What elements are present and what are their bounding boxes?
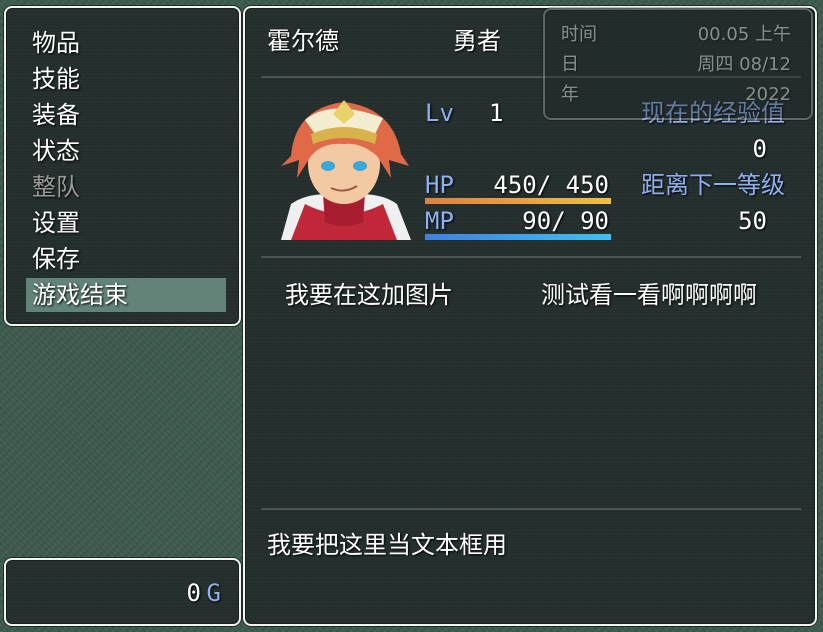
hp-gauge bbox=[425, 198, 611, 204]
menu-item-7[interactable]: 游戏结束 bbox=[26, 278, 226, 312]
test-text-clip: 测试看一看啊啊啊啊 bbox=[541, 280, 801, 310]
menu-item-label: 物品 bbox=[32, 29, 80, 57]
level-value: 1 bbox=[489, 99, 504, 127]
exp-next-value: 50 bbox=[738, 207, 767, 235]
hp-gauge-fill bbox=[425, 198, 611, 204]
textbox-divider bbox=[261, 508, 801, 510]
mp-gauge bbox=[425, 234, 611, 240]
hp-value: 450/ 450 bbox=[493, 171, 609, 199]
level-label: Lv bbox=[425, 99, 454, 127]
time-value: 00.05 上午 bbox=[697, 24, 791, 45]
mp-value: 90/ 90 bbox=[522, 207, 609, 235]
menu-item-3[interactable]: 状态 bbox=[26, 134, 226, 168]
menu-item-label: 技能 bbox=[32, 65, 80, 93]
menu-item-label: 状态 bbox=[32, 137, 80, 165]
day-label: 日 bbox=[561, 54, 579, 75]
command-menu-window: 物品技能装备状态整队设置保存游戏结束 bbox=[4, 6, 241, 326]
gold-amount: 0 bbox=[186, 579, 201, 607]
time-label: 时间 bbox=[561, 24, 597, 45]
exp-current-value: 0 bbox=[752, 135, 767, 163]
textbox-text: 我要把这里当文本框用 bbox=[267, 531, 507, 559]
actor-face-portrait bbox=[271, 94, 417, 240]
actor-class: 勇者 bbox=[453, 27, 501, 55]
hp-label: HP bbox=[425, 171, 454, 199]
mp-label: MP bbox=[425, 207, 454, 235]
status-divider bbox=[261, 256, 801, 258]
time-window: 时间 00.05 上午 日 周四 08/12 年 2022 bbox=[543, 8, 813, 120]
menu-item-6[interactable]: 保存 bbox=[26, 242, 226, 276]
image-placeholder-text: 我要在这加图片 bbox=[285, 281, 453, 309]
year-label: 年 bbox=[561, 84, 579, 105]
menu-item-4[interactable]: 整队 bbox=[26, 170, 226, 204]
menu-item-5[interactable]: 设置 bbox=[26, 206, 226, 240]
gold-window: 0 G bbox=[4, 558, 241, 626]
mp-gauge-fill bbox=[425, 234, 611, 240]
day-value: 周四 08/12 bbox=[697, 54, 791, 75]
gold-unit: G bbox=[206, 579, 221, 607]
menu-item-label: 整队 bbox=[32, 173, 80, 201]
menu-item-label: 装备 bbox=[32, 101, 80, 129]
exp-next-label: 距离下一等级 bbox=[641, 171, 785, 199]
menu-item-label: 保存 bbox=[32, 245, 80, 273]
menu-item-2[interactable]: 装备 bbox=[26, 98, 226, 132]
menu-item-label: 游戏结束 bbox=[32, 281, 128, 309]
year-value: 2022 bbox=[745, 84, 791, 105]
menu-item-label: 设置 bbox=[32, 209, 80, 237]
menu-item-0[interactable]: 物品 bbox=[26, 26, 226, 60]
menu-item-1[interactable]: 技能 bbox=[26, 62, 226, 96]
actor-name: 霍尔德 bbox=[267, 27, 339, 55]
test-text: 测试看一看啊啊啊啊 bbox=[541, 281, 757, 309]
